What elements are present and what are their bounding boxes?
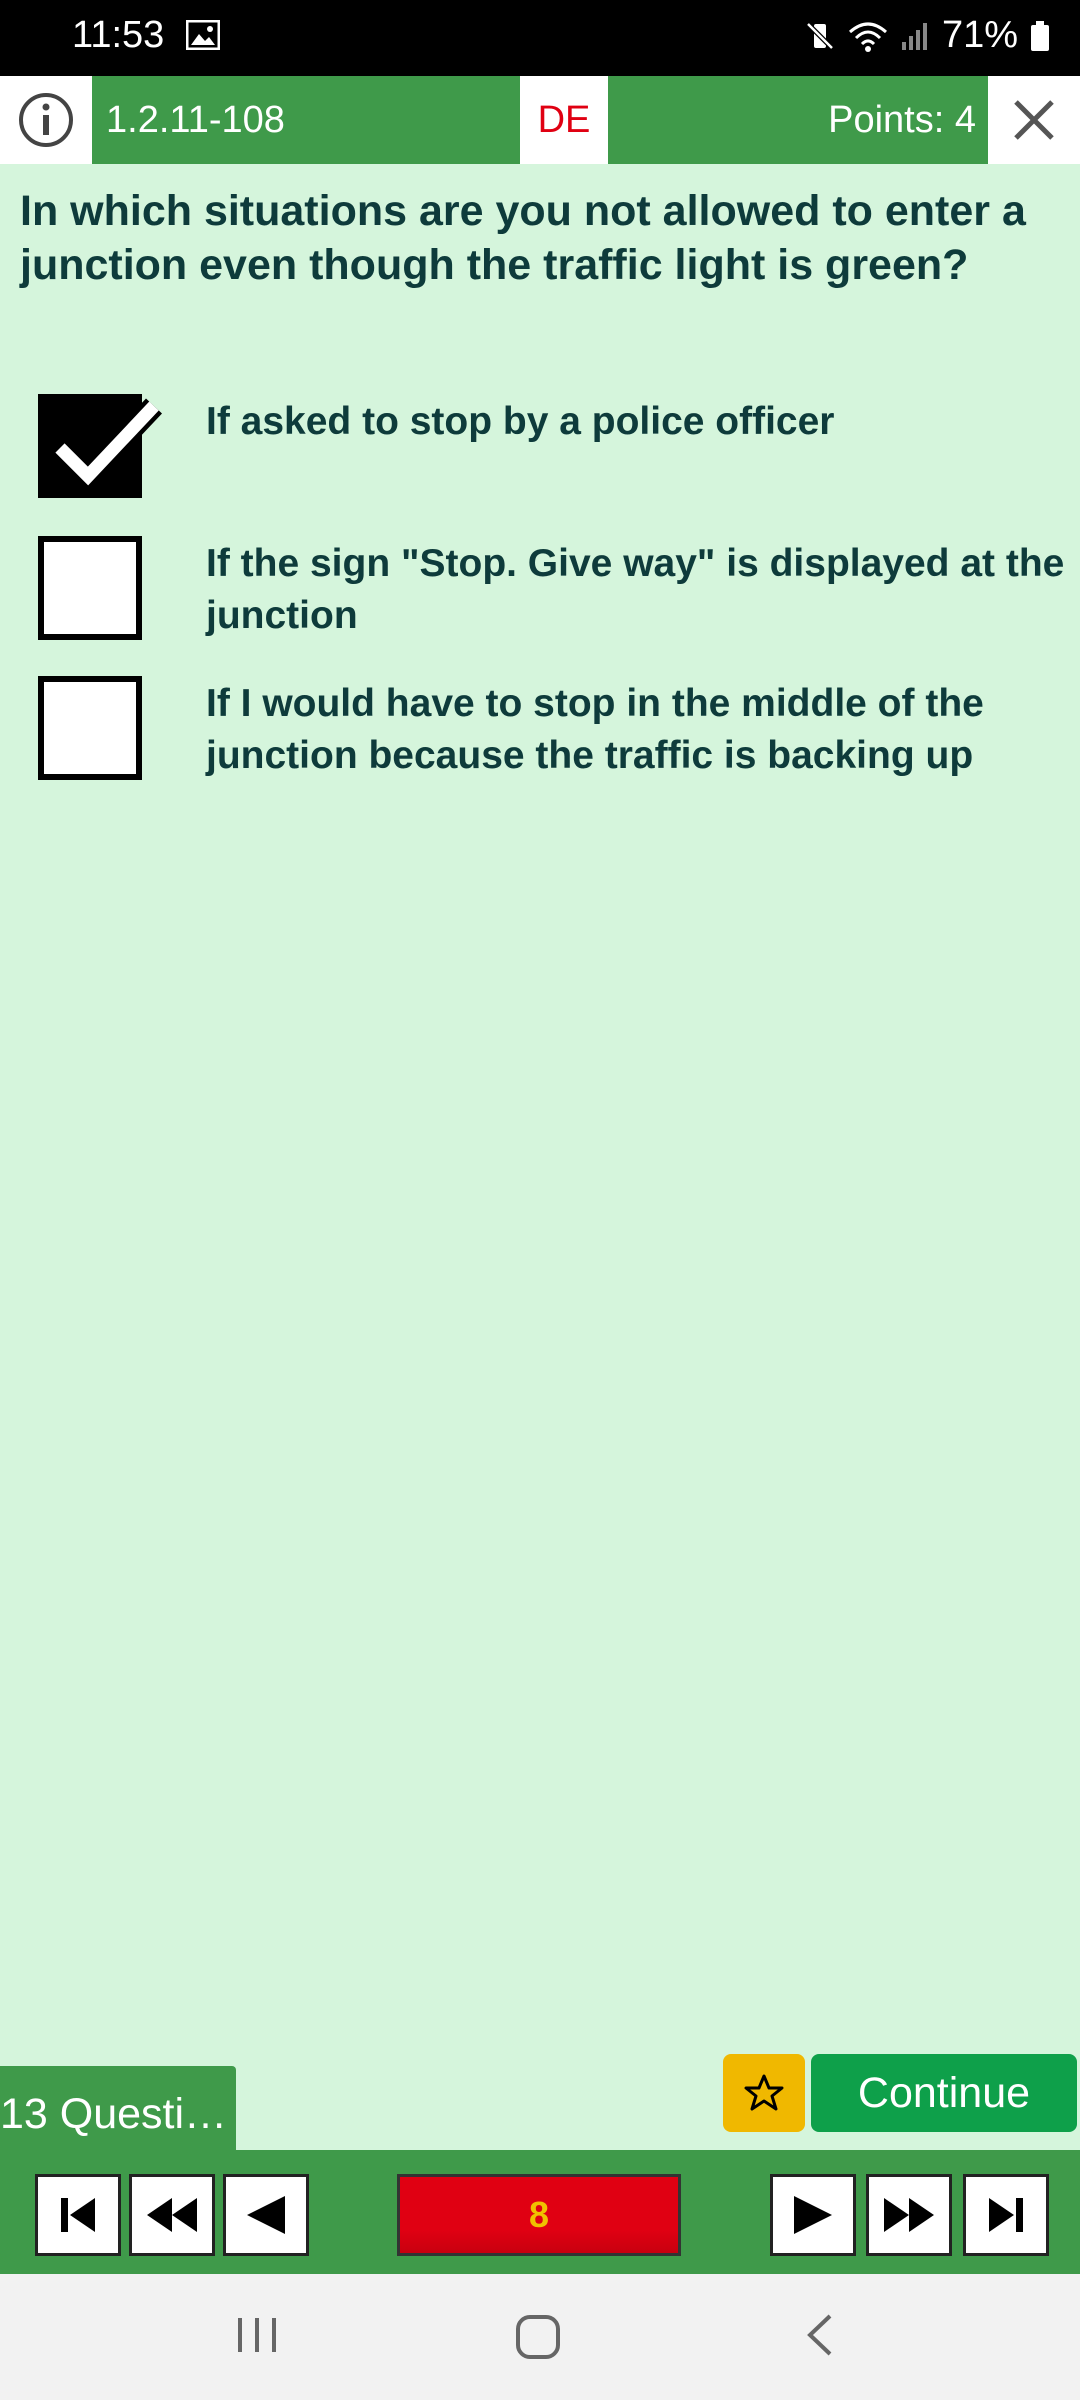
gallery-icon (186, 20, 220, 50)
questions-tab[interactable]: 13 Questi… (0, 2066, 236, 2156)
answer-option[interactable]: If I would have to stop in the middle of… (38, 676, 1048, 792)
previous-button[interactable] (223, 2174, 309, 2256)
checkmark-icon (52, 398, 163, 492)
continue-button[interactable]: Continue (811, 2054, 1077, 2132)
info-button[interactable] (0, 76, 92, 164)
forward-fast-button[interactable] (866, 2174, 952, 2256)
signal-icon (901, 22, 927, 50)
next-icon (794, 2196, 832, 2234)
wifi-icon (848, 22, 887, 52)
language-button[interactable]: DE (520, 76, 608, 164)
skip-first-icon (61, 2198, 95, 2232)
skip-last-icon (989, 2198, 1023, 2232)
points-label: Points: 4 (828, 99, 976, 141)
info-icon (19, 93, 73, 147)
star-icon (744, 2074, 784, 2111)
fast-forward-icon (884, 2198, 934, 2232)
answer-option[interactable]: If the sign "Stop. Give way" is displaye… (38, 536, 1064, 652)
answer-option[interactable]: If asked to stop by a police officer (38, 394, 1048, 510)
rewind-icon (147, 2198, 197, 2232)
question-id: 1.2.11-108 (106, 99, 285, 141)
answer-text: If asked to stop by a police officer (206, 400, 835, 443)
close-button[interactable] (988, 76, 1080, 164)
question-text: In which situations are you not allowed … (20, 187, 1026, 289)
home-icon[interactable] (513, 2312, 563, 2362)
next-button[interactable] (770, 2174, 856, 2256)
battery-percent: 71% (941, 14, 1018, 56)
answer-text: If the sign "Stop. Give way" is displaye… (206, 542, 1065, 637)
status-time: 11:53 (72, 14, 165, 56)
recent-apps-icon[interactable] (234, 2312, 280, 2358)
answer-checkbox[interactable] (38, 536, 142, 640)
question-counter[interactable]: 8 (397, 2174, 681, 2256)
answer-text: If I would have to stop in the middle of… (206, 682, 984, 777)
mute-icon (806, 21, 834, 50)
status-bar: 11:53 71% (0, 0, 1080, 76)
system-navigation-bar (0, 2274, 1080, 2400)
question-navigation: 8 (0, 2156, 1080, 2274)
answer-checkbox[interactable] (38, 676, 142, 780)
battery-icon (1031, 20, 1049, 51)
favorite-button[interactable] (723, 2054, 805, 2132)
question-header: 1.2.11-108 DE Points: 4 (0, 76, 1080, 164)
close-icon (1014, 100, 1054, 140)
prev-icon (247, 2196, 285, 2234)
first-question-button[interactable] (35, 2174, 121, 2256)
status-indicators: 71% (804, 14, 1050, 57)
back-icon[interactable] (798, 2312, 844, 2358)
answer-checkbox-checked[interactable] (38, 394, 163, 498)
back-fast-button[interactable] (129, 2174, 215, 2256)
last-question-button[interactable] (963, 2174, 1049, 2256)
